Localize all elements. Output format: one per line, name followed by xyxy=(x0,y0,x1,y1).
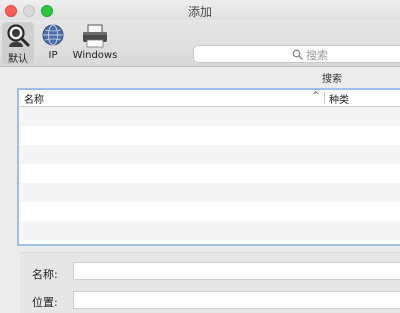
list-header: 名称 ^ 种类 xyxy=(19,90,400,107)
list-item[interactable] xyxy=(19,126,400,145)
list-item[interactable] xyxy=(19,164,400,183)
title-bar: 添加 xyxy=(0,0,400,20)
list-item[interactable] xyxy=(19,107,400,126)
printer-details-form: 名称: 位置: xyxy=(20,252,400,313)
toolbar-item-windows-label: Windows xyxy=(72,50,118,61)
printer-list[interactable]: 名称 ^ 种类 xyxy=(17,88,400,246)
toolbar-item-default-label: 默认 xyxy=(8,54,28,65)
name-field[interactable] xyxy=(73,262,400,280)
name-label: 名称: xyxy=(32,268,58,281)
list-item[interactable] xyxy=(19,183,400,202)
list-rows xyxy=(19,107,400,240)
toolbar: 默认 IP Windows 搜索 搜索 xyxy=(0,20,400,85)
search-field[interactable]: 搜索 xyxy=(193,45,400,63)
column-divider xyxy=(324,92,325,104)
toolbar-item-ip-label: IP xyxy=(48,50,58,61)
list-item[interactable] xyxy=(19,145,400,164)
list-item[interactable] xyxy=(19,221,400,240)
column-header-kind[interactable]: 种类 xyxy=(329,91,349,106)
location-label: 位置: xyxy=(32,296,58,309)
search-placeholder: 搜索 xyxy=(306,49,328,62)
magnifier-icon xyxy=(7,24,30,47)
search-caption: 搜索 xyxy=(322,74,342,85)
location-field[interactable] xyxy=(73,291,400,309)
column-header-name[interactable]: 名称 xyxy=(24,91,44,106)
list-item[interactable] xyxy=(19,202,400,221)
search-icon xyxy=(292,49,303,60)
globe-icon xyxy=(42,24,64,46)
sort-ascending-icon: ^ xyxy=(312,91,320,101)
window-title: 添加 xyxy=(187,5,212,19)
printer-icon xyxy=(83,24,107,48)
toolbar-item-default[interactable]: 默认 xyxy=(2,22,34,65)
toolbar-item-ip[interactable]: IP xyxy=(38,22,68,64)
toolbar-item-windows[interactable]: Windows xyxy=(70,22,120,64)
